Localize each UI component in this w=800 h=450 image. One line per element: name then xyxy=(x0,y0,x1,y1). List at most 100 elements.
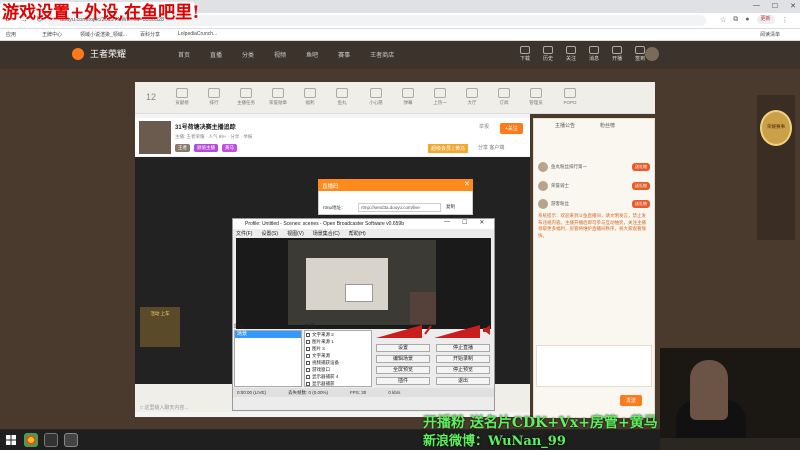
nav-shop[interactable]: 王者商店 xyxy=(370,50,394,59)
bookmark-apps[interactable]: 应用 xyxy=(6,31,16,38)
user-avatar[interactable] xyxy=(645,47,659,61)
close-icon[interactable]: ✕ xyxy=(479,219,484,226)
chat-input[interactable] xyxy=(536,345,652,387)
room-tag[interactable]: 王者 xyxy=(175,144,190,152)
source-item[interactable]: 文字来源 xyxy=(306,353,330,359)
nav-events[interactable]: 赛事 xyxy=(338,50,350,59)
exit-button[interactable]: 退出 xyxy=(436,377,490,385)
comment-input[interactable]: □ 这里输入聊天内容... xyxy=(140,404,189,411)
promo-ad[interactable]: 活动 上车 xyxy=(140,307,180,347)
fan-row[interactable]: 游客粉丝 送礼物 xyxy=(538,199,650,209)
nav-category[interactable]: 分类 xyxy=(242,50,254,59)
tab-fans-rank[interactable]: 粉丝榜 xyxy=(600,122,615,129)
source-item[interactable]: 显示器捕获 xyxy=(306,381,335,387)
checkbox xyxy=(306,361,310,365)
header-messages[interactable]: 消息 xyxy=(589,46,599,62)
toolbar-item-hall[interactable]: 大厅 xyxy=(458,88,486,106)
room-tag[interactable]: 黄马 xyxy=(222,144,237,152)
header-download[interactable]: 下载 xyxy=(520,46,530,62)
bookmark-3[interactable]: 百科分享 xyxy=(140,31,160,38)
toolbar-item-hot[interactable]: 上热一 xyxy=(426,88,454,106)
source-item[interactable]: 图片 3 xyxy=(306,346,325,352)
bookmark-1[interactable]: 王牌中心 xyxy=(42,31,62,38)
toolbar-item-medal[interactable]: 荣誉勋章 xyxy=(264,88,292,106)
app-taskbar-icon[interactable] xyxy=(64,433,78,447)
close-icon[interactable]: ✕ xyxy=(790,2,796,10)
source-item[interactable]: 视频捕获设备 xyxy=(306,360,339,366)
maximize-icon[interactable]: ☐ xyxy=(462,219,467,226)
toolbar-item-rank[interactable]: 排行 xyxy=(200,88,228,106)
nav-live[interactable]: 直播 xyxy=(210,50,222,59)
vip-button[interactable]: 超级会员 | 黄马 xyxy=(428,144,469,153)
follow-button[interactable]: +关注 xyxy=(500,123,523,134)
toolbar-item-gift[interactable]: 福利 xyxy=(296,88,324,106)
bookmark-4[interactable]: LolpediaCrunch... xyxy=(178,31,217,37)
room-tag[interactable]: 颜值主播 xyxy=(194,144,218,152)
mic-icon[interactable] xyxy=(424,325,432,335)
speaker-icon[interactable] xyxy=(483,325,492,335)
copy-button[interactable]: 复制 xyxy=(446,204,455,210)
anchor-avatar[interactable] xyxy=(139,121,171,154)
report-button[interactable]: 举报 xyxy=(479,123,489,130)
menu-help[interactable]: 帮助(H) xyxy=(349,230,366,237)
nav-home[interactable]: 首页 xyxy=(178,50,190,59)
start-recording-button[interactable]: 开始录制 xyxy=(436,355,490,363)
toolbar-item-subscribe[interactable]: 订阅 xyxy=(490,88,518,106)
minimize-icon[interactable]: — xyxy=(444,219,450,226)
checkbox xyxy=(306,382,310,386)
reading-list[interactable]: 阅读清单 xyxy=(760,31,780,38)
fan-row[interactable]: 荣誉骑士 送礼物 xyxy=(538,181,650,191)
fullscreen-preview-button[interactable]: 全屏预览 xyxy=(376,366,430,374)
close-icon[interactable]: ✕ xyxy=(464,180,470,188)
share-links[interactable]: 分享 客户端 xyxy=(478,144,504,151)
stop-stream-button[interactable]: 停止直播 xyxy=(436,344,490,352)
edit-scene-button[interactable]: 编辑场景 xyxy=(376,355,430,363)
minimize-icon[interactable]: — xyxy=(753,2,760,10)
menu-view[interactable]: 视图(V) xyxy=(287,230,304,237)
source-item[interactable]: 图片来源 1 xyxy=(306,339,334,345)
bookmark-2[interactable]: 领域小说渲染_领域... xyxy=(80,31,127,38)
fan-row[interactable]: 鱼丸粉丝排行第一 送礼物 xyxy=(538,162,650,172)
chrome-taskbar-icon[interactable] xyxy=(24,433,38,447)
menu-scene-collection[interactable]: 场景集合(C) xyxy=(313,230,340,237)
menu-file[interactable]: 文件(F) xyxy=(236,230,252,237)
obs-window-controls: — ☐ ✕ xyxy=(444,219,484,226)
extension-icon[interactable]: ⧉ xyxy=(733,16,738,24)
rtmp-address-field[interactable]: rtmp://send3a.douyu.com/live xyxy=(358,203,441,212)
toolbar-item-task[interactable]: 主播任务 xyxy=(232,88,260,106)
stop-preview-button[interactable]: 停止预览 xyxy=(436,366,490,374)
toolbar-item-admin[interactable]: 管理员 xyxy=(522,88,550,106)
menu-settings[interactable]: 设置(S) xyxy=(261,230,278,237)
source-item[interactable]: 文字来源 2 xyxy=(306,332,334,338)
toolbar-item-fishball[interactable]: 鱼丸 xyxy=(328,88,356,106)
header-broadcast[interactable]: 开播 xyxy=(612,46,622,62)
toolbar-item-danmu[interactable]: 弹幕 xyxy=(394,88,422,106)
source-item[interactable]: 显示器捕获 4 xyxy=(306,374,338,380)
toolbar-item-contribution[interactable]: 贡献榜 xyxy=(168,88,196,106)
source-item[interactable]: 游戏窗口 xyxy=(306,367,330,373)
site-logo[interactable]: 王者荣耀 xyxy=(72,47,126,60)
scenes-list[interactable] xyxy=(234,330,302,387)
scene-item[interactable]: 场景 xyxy=(235,331,301,338)
nav-video[interactable]: 视频 xyxy=(274,50,286,59)
windows-start-icon[interactable] xyxy=(6,435,16,445)
plugins-button[interactable]: 插件 xyxy=(376,377,430,385)
checkbox xyxy=(306,368,310,372)
update-button[interactable]: 更新 xyxy=(756,15,775,24)
menu-icon[interactable]: ⋮ xyxy=(782,16,789,24)
nav-fishbar[interactable]: 鱼吧 xyxy=(306,50,318,59)
toolbar-item-wish[interactable]: 小心愿 xyxy=(362,88,390,106)
status-dropped: 丢失帧数: 0 (0.00%) xyxy=(288,390,329,395)
star-icon[interactable]: ☆ xyxy=(720,16,726,24)
profile-icon[interactable]: ● xyxy=(745,16,749,23)
toolbar-item-popo[interactable]: POPO xyxy=(556,88,584,105)
send-button[interactable]: 发送 xyxy=(620,395,643,406)
tab-anchor-notice[interactable]: 主播公告 xyxy=(555,122,575,129)
event-badge[interactable]: 荣耀赛事 xyxy=(760,110,792,146)
header-follow[interactable]: 关注 xyxy=(566,46,576,62)
header-history[interactable]: 历史 xyxy=(543,46,553,62)
maximize-icon[interactable]: ☐ xyxy=(772,2,778,10)
obs-taskbar-icon[interactable] xyxy=(44,433,58,447)
header-checkin[interactable]: 签到 xyxy=(635,46,645,62)
settings-button[interactable]: 设置 xyxy=(376,344,430,352)
